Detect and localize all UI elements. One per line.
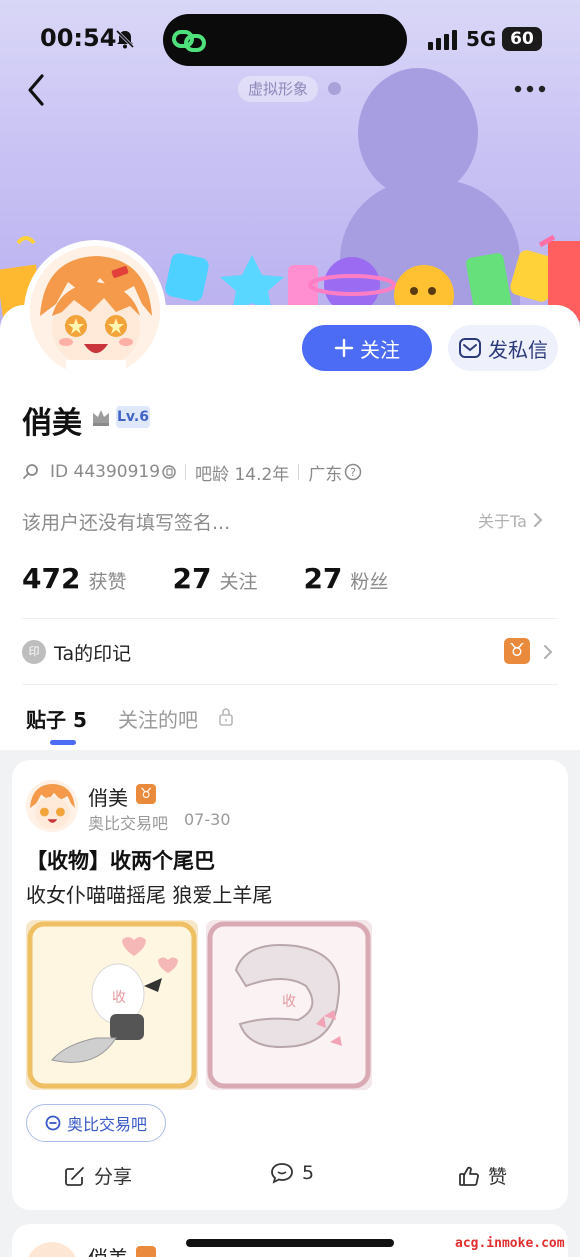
anime-avatar-illustration	[26, 780, 78, 832]
post-author-avatar[interactable]	[26, 780, 78, 832]
zodiac-taurus-icon	[136, 1246, 156, 1257]
watermark: acg.inmoke.com	[455, 1236, 565, 1251]
zodiac-taurus-icon[interactable]: ♉	[504, 638, 530, 664]
post-author-name[interactable]: 俏美	[88, 1242, 128, 1257]
likes-count[interactable]: 472	[22, 562, 80, 595]
divider	[22, 618, 558, 619]
help-icon[interactable]: ?	[344, 463, 362, 481]
comment-button[interactable]: 5	[270, 1162, 314, 1184]
copy-icon[interactable]	[162, 465, 176, 479]
signature: 该用户还没有填写签名...	[22, 512, 231, 534]
lock-icon	[219, 708, 233, 726]
link-app-icon	[172, 30, 206, 52]
post-body[interactable]: 收女仆喵喵摇尾 狼爱上羊尾	[26, 879, 272, 908]
member-crown-icon	[93, 410, 109, 426]
seal-title[interactable]: Ta的印记	[54, 639, 131, 666]
svg-text:?: ?	[350, 466, 356, 479]
maid-tail-illustration: 收	[27, 921, 197, 1089]
chevron-right-icon	[533, 513, 543, 527]
send-message-button[interactable]: 发私信	[448, 325, 558, 371]
message-icon	[459, 338, 481, 358]
comment-icon	[271, 1163, 293, 1184]
like-label: 赞	[488, 1166, 508, 1188]
status-time: 00:54	[40, 24, 117, 52]
share-icon	[65, 1166, 84, 1186]
seal-icon: 印	[22, 640, 46, 664]
tab-followed-bars[interactable]: 关注的吧	[118, 704, 198, 733]
divider	[22, 684, 558, 685]
tag-dot	[328, 82, 341, 95]
follow-label: 关注	[360, 337, 400, 362]
post-image-sheep-tail[interactable]: 收	[206, 920, 372, 1090]
post-image-maid-tail[interactable]: 收	[26, 920, 198, 1090]
tab-indicator	[50, 740, 76, 745]
comment-count: 5	[302, 1162, 315, 1184]
stats-row: 472 获赞 27 关注 27 粉丝	[22, 562, 388, 595]
level-badge: Lv.6	[116, 406, 150, 428]
bell-muted-icon	[115, 29, 135, 49]
image-label: 收	[282, 994, 296, 1010]
tab-posts[interactable]: 贴子 5	[26, 704, 87, 733]
bar-age: 吧龄 14.2年	[195, 464, 290, 485]
plus-icon	[334, 338, 354, 358]
post-author-name[interactable]: 俏美	[88, 782, 128, 811]
signal-icon	[428, 30, 457, 50]
send-message-label: 发私信	[488, 337, 548, 362]
following-label: 关注	[219, 571, 258, 593]
forum-icon	[45, 1115, 61, 1131]
thumbs-up-icon	[459, 1166, 479, 1186]
profile-meta-row: ID 44390919 吧龄 14.2年 广东 ?	[22, 460, 362, 485]
more-icon[interactable]	[512, 84, 548, 94]
about-label: 关于Ta	[478, 512, 527, 531]
about-link[interactable]: 关于Ta	[478, 508, 545, 532]
zodiac-taurus-icon: ♉	[136, 784, 156, 804]
meta-separator	[185, 464, 187, 480]
location: 广东	[308, 464, 343, 485]
user-id: ID 44390919	[50, 462, 161, 482]
anime-avatar-illustration	[30, 246, 160, 376]
share-button[interactable]: 分享	[64, 1162, 132, 1189]
chevron-right-icon[interactable]	[541, 643, 555, 661]
share-label: 分享	[94, 1166, 133, 1188]
forum-tag-button[interactable]: 奥比交易吧	[26, 1104, 166, 1142]
post-forum: 奥比交易吧	[88, 814, 169, 833]
post-title[interactable]: 【收物】收两个尾巴	[26, 845, 215, 875]
forum-tag-label: 奥比交易吧	[66, 1115, 147, 1134]
home-indicator[interactable]	[186, 1239, 394, 1247]
like-button[interactable]: 赞	[458, 1162, 507, 1189]
followers-count[interactable]: 27	[303, 562, 342, 595]
meta-separator	[298, 464, 300, 480]
sheep-tail-illustration: 收	[207, 921, 371, 1089]
battery-indicator: 60	[502, 27, 542, 51]
followers-label: 粉丝	[350, 571, 389, 593]
follow-button[interactable]: 关注	[302, 325, 432, 371]
post-date: 07-30	[184, 810, 231, 829]
image-label: 收	[112, 990, 126, 1006]
network-type: 5G	[466, 27, 497, 51]
likes-label: 获赞	[88, 571, 127, 593]
search-icon	[23, 464, 38, 479]
back-icon[interactable]	[22, 72, 52, 108]
avatar-silhouette-head	[358, 68, 478, 198]
virtual-avatar-tag[interactable]: 虚拟形象	[238, 76, 319, 102]
following-count[interactable]: 27	[172, 562, 211, 595]
avatar[interactable]	[24, 240, 166, 382]
username: 俏美	[22, 406, 82, 441]
